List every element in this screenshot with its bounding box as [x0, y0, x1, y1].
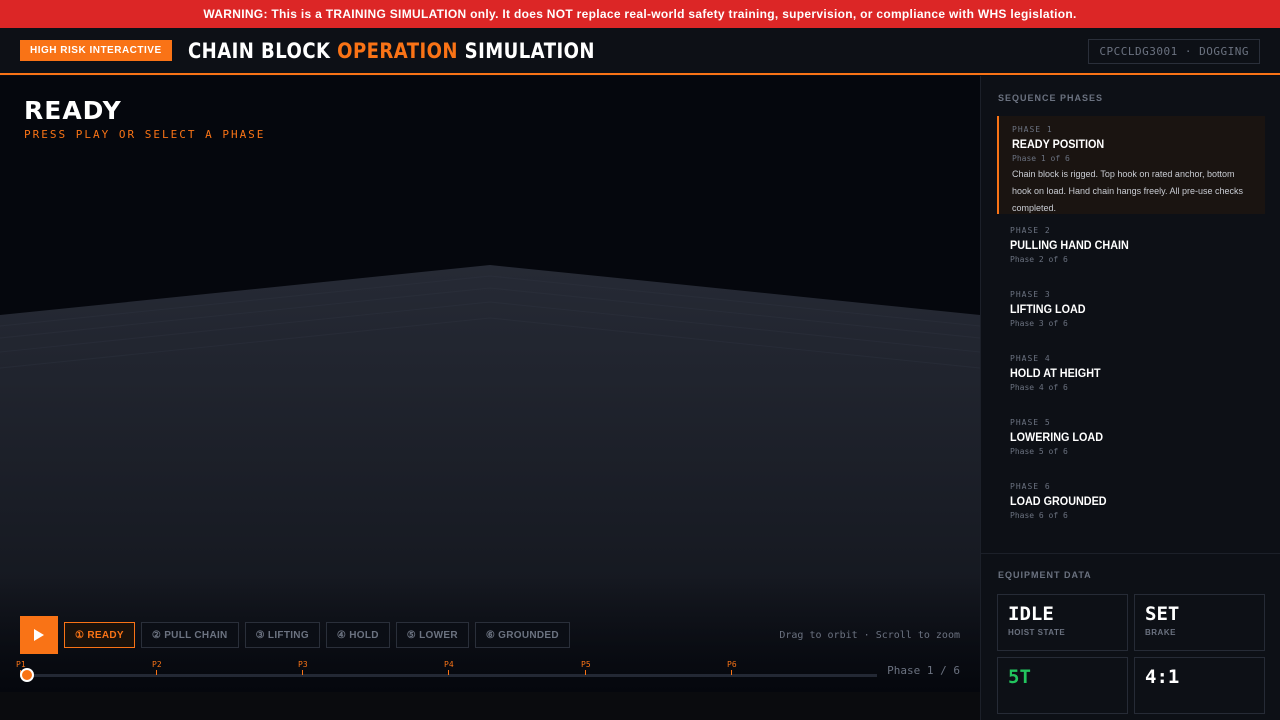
phase-subtitle: Phase 1 of 6: [1012, 154, 1070, 163]
phase-button-hold[interactable]: ④ HOLD: [325, 622, 390, 648]
phase-title: LOWERING LOAD: [1010, 430, 1103, 444]
sidebar: SEQUENCE PHASES PHASE 1 READY POSITION Pha…: [980, 76, 1280, 720]
page-title: CHAIN BLOCK OPERATION SIMULATION: [188, 39, 595, 63]
timeline-tick-label: P2: [152, 660, 162, 669]
phase-title: LIFTING LOAD: [1010, 302, 1086, 316]
phase-title: PULLING HAND CHAIN: [1010, 238, 1129, 252]
brake-card: SET BRAKE: [1134, 594, 1265, 651]
category-tag: HIGH RISK INTERACTIVE: [20, 40, 172, 61]
title-part-1: CHAIN BLOCK: [187, 38, 337, 63]
timeline-handle[interactable]: [20, 668, 34, 682]
phase-button-lifting[interactable]: ③ LIFTING: [244, 622, 320, 648]
phase-item-2[interactable]: PHASE 2 PULLING HAND CHAIN Phase 2 of 6: [997, 217, 1265, 281]
training-warning-banner: WARNING: This is a TRAINING SIMULATION o…: [0, 0, 1280, 28]
bottom-bar: [0, 692, 980, 720]
phase-subtitle: Phase 6 of 6: [1010, 511, 1068, 520]
phase-number: PHASE 1: [1012, 125, 1053, 134]
phase-item-6[interactable]: PHASE 6 LOAD GROUNDED Phase 6 of 6: [997, 473, 1265, 537]
phase-number: PHASE 4: [1010, 354, 1051, 363]
equipment-label: HOIST STATE: [1008, 628, 1066, 637]
phase-counter: Phase 1 / 6: [887, 664, 960, 677]
status-subtitle: PRESS PLAY OR SELECT A PHASE: [24, 128, 266, 141]
sequence-phases-heading: SEQUENCE PHASES: [998, 93, 1104, 103]
timeline-tick-label: P4: [444, 660, 454, 669]
phase-number: PHASE 2: [1010, 226, 1051, 235]
equipment-label: BRAKE: [1145, 628, 1176, 637]
timeline-tick-mark: [448, 670, 449, 675]
timeline-tick-label: P6: [727, 660, 737, 669]
phase-button-lower[interactable]: ⑤ LOWER: [395, 622, 469, 648]
timeline-tick-mark: [585, 670, 586, 675]
ratio-card: 4:1: [1134, 657, 1265, 714]
phase-subtitle: Phase 5 of 6: [1010, 447, 1068, 456]
equipment-value: SET: [1145, 603, 1180, 625]
capacity-card: 5T: [997, 657, 1128, 714]
playback-controls: ① READY ② PULL CHAIN ③ LIFTING ④ HOLD ⑤ LOWE…: [20, 616, 576, 654]
timeline-tick-mark: [302, 670, 303, 675]
phase-button-ready[interactable]: ① READY: [64, 622, 135, 648]
phase-number: PHASE 6: [1010, 482, 1051, 491]
phase-button-grounded[interactable]: ⑥ GROUNDED: [474, 622, 570, 648]
phase-item-5[interactable]: PHASE 5 LOWERING LOAD Phase 5 of 6: [997, 409, 1265, 473]
phase-button-pull-chain[interactable]: ② PULL CHAIN: [140, 622, 239, 648]
title-part-2: SIMULATION: [457, 38, 595, 63]
status-title: READY: [24, 96, 122, 125]
timeline-tick-label: P3: [298, 660, 308, 669]
phase-item-4[interactable]: PHASE 4 HOLD AT HEIGHT Phase 4 of 6: [997, 345, 1265, 409]
equipment-value: IDLE: [1008, 603, 1054, 625]
title-accent: OPERATION: [336, 38, 458, 63]
timeline-scrubber[interactable]: P1 P2 P3 P4 P5 P6: [16, 660, 878, 682]
timeline-tick-label: P5: [581, 660, 591, 669]
phase-description: Chain block is rigged. Top hook on rated…: [1012, 169, 1243, 213]
3d-viewport[interactable]: READY PRESS PLAY OR SELECT A PHASE ① REA…: [0, 76, 980, 692]
timeline-tick-mark: [731, 670, 732, 675]
phase-item-3[interactable]: PHASE 3 LIFTING LOAD Phase 3 of 6: [997, 281, 1265, 345]
phase-number: PHASE 3: [1010, 290, 1051, 299]
app-header: HIGH RISK INTERACTIVE CHAIN BLOCK OPERAT…: [0, 28, 1280, 75]
phase-title: LOAD GROUNDED: [1010, 494, 1107, 508]
play-icon: [34, 629, 44, 641]
divider: [981, 553, 1280, 554]
equipment-value: 5T: [1008, 666, 1031, 688]
phase-number: PHASE 5: [1010, 418, 1051, 427]
phase-item-1[interactable]: PHASE 1 READY POSITION Phase 1 of 6 Chain b…: [997, 116, 1265, 214]
equipment-data-heading: EQUIPMENT DATA: [998, 570, 1092, 580]
orbit-hint: Drag to orbit · Scroll to zoom: [779, 630, 960, 641]
phase-title: HOLD AT HEIGHT: [1010, 366, 1101, 380]
play-button[interactable]: [20, 616, 58, 654]
phase-button-group: ① READY ② PULL CHAIN ③ LIFTING ④ HOLD ⑤ LOWE…: [64, 622, 576, 648]
phase-list: PHASE 1 READY POSITION Phase 1 of 6 Chain b…: [997, 116, 1265, 537]
phase-subtitle: Phase 2 of 6: [1010, 255, 1068, 264]
floor-plane: [0, 265, 980, 692]
phase-subtitle: Phase 3 of 6: [1010, 319, 1068, 328]
timeline-tick-mark: [156, 670, 157, 675]
equipment-value: 4:1: [1145, 666, 1180, 688]
phase-subtitle: Phase 4 of 6: [1010, 383, 1068, 392]
course-code-badge: CPCCLDG3001 · DOGGING: [1088, 39, 1260, 64]
hoist-state-card: IDLE HOIST STATE: [997, 594, 1128, 651]
phase-title: READY POSITION: [1012, 137, 1105, 151]
